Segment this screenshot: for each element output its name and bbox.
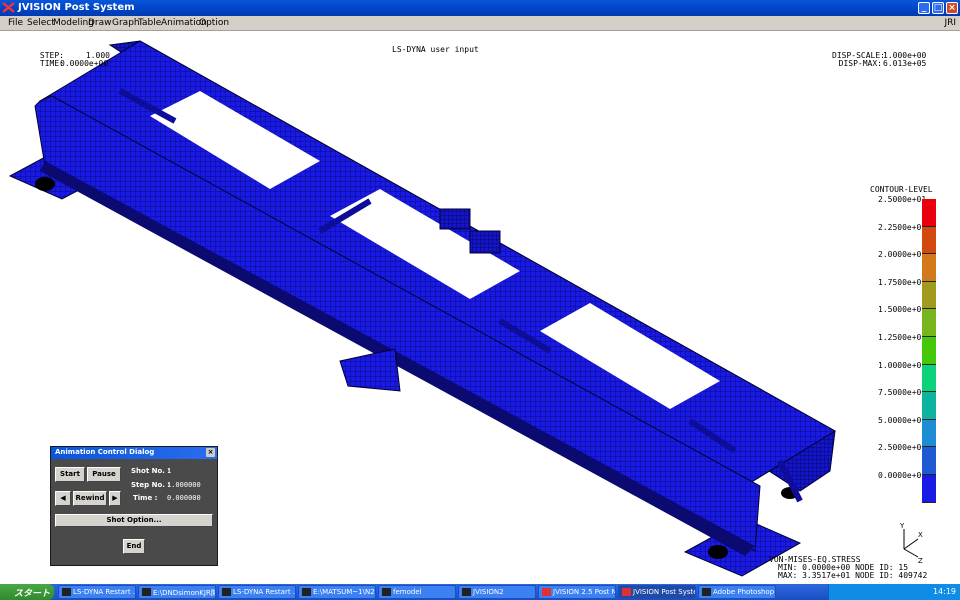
maximize-button[interactable]: □ — [932, 2, 944, 14]
legend-color-band — [922, 281, 936, 310]
shot-no-label: Shot No. : — [131, 467, 171, 475]
disp-max-value: 6.013e+05 — [883, 59, 927, 68]
taskbar-item[interactable]: LS-DYNA Restart ... — [218, 585, 296, 599]
taskbar-item-label: LS-DYNA Restart ... — [73, 588, 136, 596]
right-bearing — [708, 545, 728, 559]
legend-color-band — [922, 199, 936, 227]
taskbar-item[interactable]: Adobe Photoshop — [698, 585, 776, 599]
app-icon — [542, 588, 551, 596]
step-forward-button[interactable]: ▶ — [109, 491, 121, 506]
menu-select[interactable]: Select — [27, 18, 55, 28]
legend-tick-label: 5.0000e+00 — [878, 415, 927, 425]
time-value-dialog: 0.000000 — [167, 494, 201, 502]
taskbar-item-label: Adobe Photoshop — [713, 588, 775, 596]
legend-tick-label: 2.0000e+01 — [878, 250, 927, 260]
taskbar-item[interactable]: LS-DYNA Restart ... — [58, 585, 136, 599]
shot-no-value: 1 — [167, 467, 172, 475]
taskbar-item[interactable]: JVISION2 — [458, 585, 536, 599]
dialog-close-icon[interactable]: × — [206, 448, 215, 457]
animation-control-dialog: Animation Control Dialog × Start Pause ◀… — [50, 446, 218, 566]
legend-color-band — [922, 392, 936, 420]
app-icon — [142, 588, 151, 596]
close-button[interactable]: × — [946, 2, 958, 14]
taskbar-item[interactable]: E:\MATSUM~1\N2d... — [298, 585, 376, 599]
taskbar-item-label: femodel — [393, 588, 422, 596]
legend-color-band — [922, 364, 936, 393]
max-info: MAX: 3.3517e+01 NODE ID: 409742 — [778, 571, 928, 580]
top-block — [439, 208, 471, 230]
taskbar-item[interactable]: femodel — [378, 585, 456, 599]
jack-block — [339, 348, 401, 392]
legend-tick-label: 2.2500e+01 — [878, 222, 927, 232]
legend-tick-label: 7.5000e+00 — [878, 388, 927, 398]
legend-color-band — [922, 309, 936, 337]
legend-color-band — [922, 254, 936, 282]
legend-color-band — [922, 475, 936, 503]
menu-file[interactable]: File — [8, 18, 23, 28]
menu-table[interactable]: Table — [138, 18, 161, 28]
app-icon — [382, 588, 391, 596]
legend-tick-label: 0.0000e+00 — [878, 471, 927, 480]
pause-button[interactable]: Pause — [87, 467, 121, 482]
start-button[interactable]: Start — [55, 467, 85, 482]
dialog-titlebar: Animation Control Dialog × — [51, 447, 217, 459]
step-back-button[interactable]: ◀ — [55, 491, 71, 506]
menu-graph[interactable]: Graph — [112, 18, 140, 28]
menu-option[interactable]: Option — [199, 18, 229, 28]
end-button[interactable]: End — [123, 539, 145, 554]
jvision-logo-icon — [2, 2, 15, 13]
taskbar-item[interactable]: JVISION Post System — [618, 585, 696, 599]
legend-color-band — [922, 419, 936, 448]
app-icon — [462, 588, 471, 596]
time-label-dialog: Time : — [133, 494, 158, 502]
tray-clock: 14:19 — [932, 587, 956, 596]
axis-x-label: X — [918, 531, 923, 539]
app-icon — [222, 588, 231, 596]
axis-y-label: Y — [899, 522, 905, 530]
taskbar-item-label: JVISION 2.5 Post Me... — [553, 588, 615, 596]
contour-level-title: CONTOUR-LEVEL — [870, 185, 933, 194]
system-tray: 14:19 — [828, 584, 960, 600]
start-button[interactable]: スタート — [0, 584, 54, 600]
shot-option-button[interactable]: Shot Option... — [55, 514, 213, 527]
taskbar-item-label: JVISION Post System — [633, 588, 695, 596]
app-icon — [62, 588, 71, 596]
window-title: JVISION Post System — [18, 2, 135, 13]
legend-tick-label: 1.5000e+01 — [878, 305, 927, 315]
taskbar-item[interactable]: E:\DNDsimonKJR開... — [138, 585, 216, 599]
menu-jri-label: JRI — [944, 18, 956, 28]
app-icon — [622, 588, 631, 596]
app-icon — [302, 588, 311, 596]
menu-draw[interactable]: Draw — [88, 18, 112, 28]
time-value: 0.0000e+00 — [60, 59, 109, 68]
legend-color-band — [922, 226, 936, 255]
taskbar-item-label: E:\MATSUM~1\N2d... — [313, 588, 375, 596]
windows-taskbar: スタート LS-DYNA Restart ... E:\DNDsimonKJR開.… — [0, 584, 960, 600]
minimize-button[interactable]: _ — [918, 2, 930, 14]
legend-tick-label: 1.2500e+01 — [878, 333, 927, 342]
taskbar-item-label: JVISION2 — [473, 588, 504, 596]
taskbar-item[interactable]: JVISION 2.5 Post Me... — [538, 585, 616, 599]
legend-tick-label: 1.7500e+01 — [878, 277, 927, 287]
app-icon — [702, 588, 711, 596]
dialog-title: Animation Control Dialog — [55, 448, 155, 456]
legend-tick-label: 2.5000e+01 — [878, 195, 927, 204]
axis-triad-icon: Y X Z — [899, 522, 923, 565]
window-titlebar: JVISION Post System _ □ × — [0, 0, 960, 16]
step-no-label: Step No. : — [131, 481, 171, 489]
view-title: LS-DYNA user input — [392, 45, 479, 54]
legend-tick-label: 2.5000e+00 — [878, 443, 927, 453]
taskbar-item-label: LS-DYNA Restart ... — [233, 588, 296, 596]
disp-max-label: DISP-MAX: — [838, 59, 882, 68]
menu-bar: File Select Modeling Draw Graph Table An… — [0, 16, 960, 31]
axis-z-label: Z — [918, 557, 923, 565]
legend-color-band — [922, 447, 936, 475]
left-bearing — [35, 177, 55, 191]
legend-tick-label: 1.0000e+01 — [878, 360, 927, 370]
taskbar-item-label: E:\DNDsimonKJR開... — [153, 589, 215, 597]
rewind-button[interactable]: Rewind — [73, 491, 107, 506]
top-block-2 — [469, 230, 501, 254]
step-no-value: 1.000000 — [167, 481, 201, 489]
legend-color-band — [922, 337, 936, 365]
